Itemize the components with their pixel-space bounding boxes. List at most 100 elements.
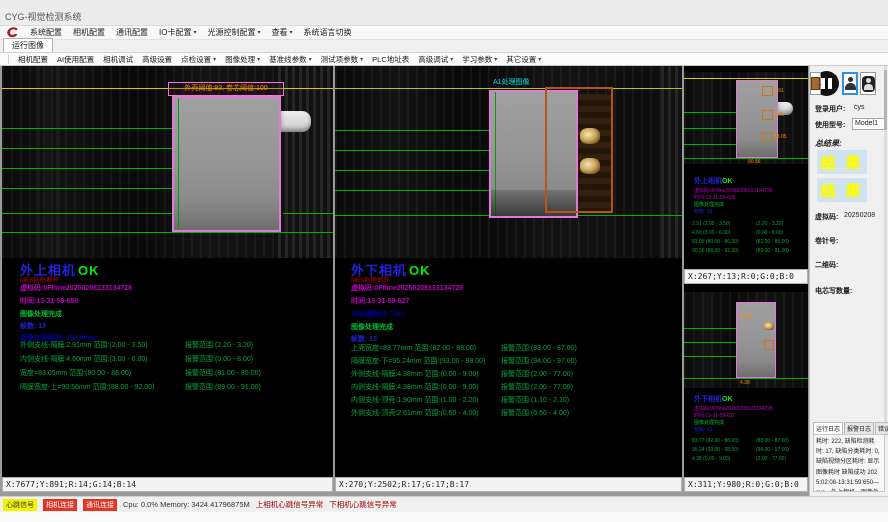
barcode-value: 20250208 [844, 212, 875, 219]
alarm-row: 报警范围:(94.00 - 97.00) [501, 356, 577, 366]
tab-strip: 运行图像 [0, 40, 888, 53]
alarm-row: (83.00 - 87.00) [756, 438, 789, 444]
model-select[interactable]: Model1 [852, 118, 886, 130]
tool-camera-debug[interactable]: 相机调试 [103, 54, 133, 65]
menu-system-config[interactable]: 系统配置 [30, 27, 62, 38]
measure-line [684, 356, 736, 357]
inspected-part [172, 96, 281, 232]
camera-connection-badge: 相机连接 [43, 499, 77, 511]
login-user-button[interactable] [842, 72, 858, 95]
toolbar: 相机配置 AI使用配置 相机调试 高级设置 点检设置▾ 图像处理▾ 基准线参数▾… [0, 53, 888, 66]
alarm-row: 报警范围:(0.60 - 4.00) [501, 408, 569, 418]
menu-io-config[interactable]: IO卡配置▾ [159, 27, 196, 38]
measure-row: 内侧支线-隔膜:4.38mm 范围:(0.00 - 9.00) [351, 382, 479, 392]
measure-line [684, 128, 736, 129]
pixel-coords-mini-upper: X:267;Y:13;R:0;G:0;B:0 [684, 269, 808, 284]
measure-line [2, 188, 172, 189]
app-window: CYG-视觉检测系统 系统配置 相机配置 通讯配置 IO卡配置▾ 光源控制配置▾… [0, 0, 888, 522]
menu-camera-config[interactable]: 相机配置 [73, 27, 105, 38]
measure-line [335, 130, 489, 131]
exit-button[interactable]: → [810, 72, 821, 95]
cell-write-count-label: 电芯写数量: [815, 286, 852, 296]
log-output[interactable]: 耗时: 222, 缺陷检测耗时: 17, 缺陷分类耗时: 0, 缺陷视频分区耗时… [813, 434, 885, 492]
scrollbar-track[interactable] [884, 66, 887, 422]
tab-run-image[interactable]: 运行图像 [3, 38, 53, 52]
highlight-glint [764, 322, 774, 330]
user-manage-button[interactable] [860, 72, 876, 95]
tool-test-params[interactable]: 测试项参数▾ [321, 54, 364, 65]
chevron-down-icon: ▾ [257, 29, 260, 36]
chevron-down-icon: ▾ [450, 56, 453, 63]
measure-row: 83.77 (82.00 - 88.00) [692, 438, 739, 444]
measure-row: 外侧支线-顶壳:2.61mm 范围:(0.60 - 4.00) [351, 408, 479, 418]
measure-row: 内侧支线-顶壳:1.90mm 范围:(1.00 - 2.20) [351, 395, 479, 405]
chevron-down-icon: ▾ [360, 56, 363, 63]
pixel-coords-lower: X:270;Y:2502;R:17;G:17;B:17 [335, 477, 682, 492]
mini-panel-lower: 95.24 4.38 外下相机OK 虚拟码:0Ffline20250208133… [684, 284, 808, 477]
mini-result-title: 外下相机OK [694, 394, 733, 404]
menu-comm-config[interactable]: 通讯配置 [116, 27, 148, 38]
mini-panel-upper: 2.91 4.60 83.05 90.56 外上相机OK 虚拟码:0Ffline… [684, 66, 808, 269]
reference-line [335, 88, 682, 89]
measure-row: 90.56 (88.00 - 92.00) [692, 248, 739, 254]
edge-line [178, 98, 179, 230]
tool-learning-params[interactable]: 学习参数▾ [462, 54, 497, 65]
status-bar: 心跳信号 相机连接 通讯连接 Cpu: 0.0% Memory: 3424.41… [0, 496, 888, 512]
login-user-value: cys [854, 104, 865, 111]
measure-line [335, 190, 489, 191]
alarm-row: (89.00 - 91.00) [756, 248, 789, 254]
alarm-row: 报警范围:(1.10 - 2.10) [501, 395, 569, 405]
frame-count-line: 帧数: 13 [20, 321, 46, 331]
camera-viewport-upper[interactable]: 外壳阈值:93, 卷芯阈值:100 [2, 66, 333, 258]
camera-viewport-lower[interactable]: A1处理图像 [335, 66, 682, 258]
alarm-row: 报警范围:(2.00 - 77.00) [501, 382, 573, 392]
measure-row: 隔膜宽度-下=95.24mm 范围:(93.00 - 98.00) [351, 356, 485, 366]
measure-line [2, 213, 172, 214]
measure-row: 4.60 (3.00 - 6.00) [692, 230, 730, 236]
tool-image-processing[interactable]: 图像处理▾ [225, 54, 260, 65]
tool-spot-check[interactable]: 点检设置▾ [181, 54, 216, 65]
alarm-row: 报警范围:(81.00 - 85.00) [185, 368, 261, 378]
measure-line [684, 378, 808, 379]
tool-other-settings[interactable]: 其它设置▾ [506, 54, 541, 65]
chevron-down-icon: ▾ [538, 56, 541, 63]
measure-row: 外侧支线-隔膜:2.91mm 范围:(2.00 - 3.50) [20, 340, 148, 350]
tool-camera-config[interactable]: 相机配置 [18, 54, 48, 65]
user-dark-icon [862, 76, 875, 92]
alarm-row: 报警范围:(89.00 - 91.00) [185, 382, 261, 392]
mini-viewport-upper[interactable]: 2.91 4.60 83.05 90.56 [684, 72, 808, 164]
measure-line [2, 148, 172, 149]
tool-plc-address-table[interactable]: PLC地址表 [372, 54, 409, 65]
comm-connection-badge: 通讯连接 [83, 499, 117, 511]
measure-row: 内侧支线-隔膜:4.60mm 范围:(3.00 - 6.00) [20, 354, 148, 364]
image-band [278, 66, 333, 258]
tool-ai-usage-config[interactable]: AI使用配置 [57, 54, 94, 65]
menu-view[interactable]: 查看▾ [271, 27, 292, 38]
menu-light-config[interactable]: 光源控制配置▾ [207, 27, 260, 38]
measure-line [2, 232, 333, 233]
exit-door-icon: → [811, 77, 820, 90]
login-user-label: 登录用户: [815, 104, 845, 114]
measure-row: 上壳宽度=83.77mm 范围:(82.00 - 88.00) [351, 343, 476, 353]
camera-panel-lower-outer: A1处理图像 外下相机OK MES处理:断开 虚拟码:0Ffline202502… [335, 66, 682, 477]
process-done-line: 图像处理完成 [694, 201, 724, 208]
barcode-line: 虚拟码:0Ffline20250208133134728 [20, 283, 132, 293]
time-line: 时间:13-31-59-627 [694, 412, 735, 419]
alarm-row: (0.00 - 8.00) [756, 230, 783, 236]
menu-language-switch[interactable]: 系统语言切换 [304, 27, 352, 38]
tool-advanced-settings[interactable]: 高级设置 [142, 54, 172, 65]
upper-camera-heartbeat-warning: 上相机心跳信号异常 [256, 499, 324, 510]
roi-value-label: 83.05 [774, 134, 787, 140]
qr-code-label: 二维码: [815, 260, 838, 270]
measure-row: 2.91 (2.00 - 3.50) [692, 221, 730, 227]
mini-viewport-lower[interactable]: 95.24 4.38 [684, 292, 808, 388]
cpu-memory-status: Cpu: 0.0% Memory: 3424.41796875M [123, 500, 250, 509]
alarm-row: 报警范围:(0.00 - 8.00) [185, 354, 253, 364]
status-ok: OK [409, 263, 431, 278]
exit-arrow-icon: → [815, 80, 823, 88]
tool-advanced-debug[interactable]: 高级调试▾ [418, 54, 453, 65]
scrollbar-thumb[interactable] [884, 70, 887, 130]
measure-line [335, 150, 489, 151]
tool-baseline-params[interactable]: 基准线参数▾ [269, 54, 312, 65]
measure-row: 4.38 (0.00 - 9.00) [692, 456, 730, 462]
